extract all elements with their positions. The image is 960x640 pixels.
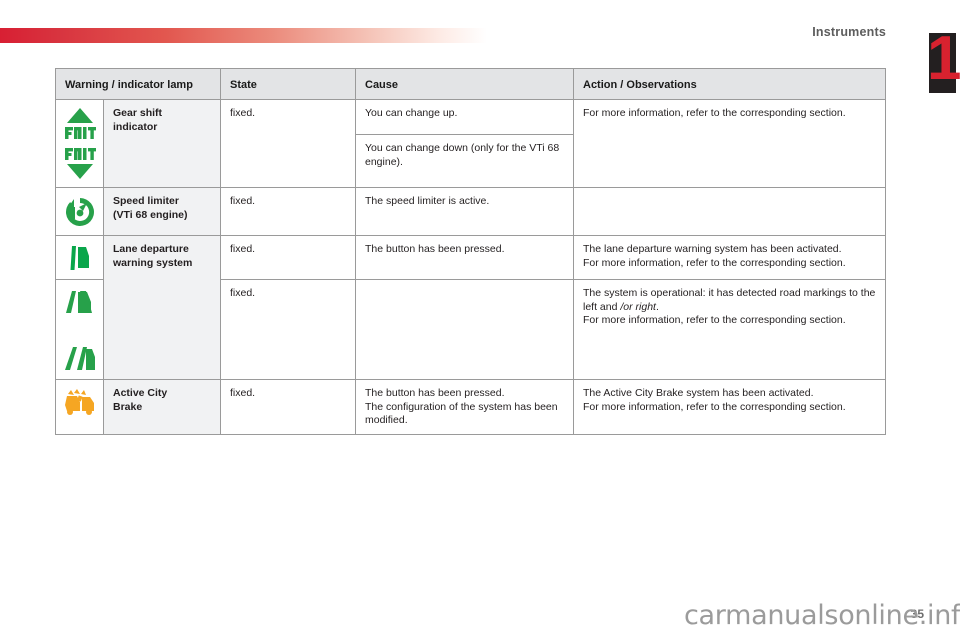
lane-departure-icon-cell — [56, 236, 104, 280]
header-accent-bar — [0, 28, 487, 43]
state-gear-shift: fixed. — [221, 100, 356, 188]
action-lane-markings-post: . — [656, 301, 659, 313]
cause-lane-departure: The button has been pressed. — [356, 236, 574, 280]
action-active-city-brake: The Active City Brake system has been ac… — [574, 380, 886, 435]
lamp-name-active-city-brake: Active City Brake — [104, 380, 221, 435]
lane-departure-warning-icon — [65, 243, 94, 273]
chapter-number: 1 — [927, 30, 954, 90]
column-header-lamp: Warning / indicator lamp — [56, 69, 221, 100]
active-city-brake-collision-icon — [62, 387, 98, 419]
lamp-name-gear-shift: Gear shift indicator — [104, 100, 221, 188]
state-speed-limiter: fixed. — [221, 188, 356, 236]
active-city-brake-icon — [65, 387, 94, 419]
gear-shift-indicator-icon — [65, 107, 94, 181]
lamp-name-lane-departure: Lane departure warning system — [104, 236, 221, 380]
warning-lamps-table: Warning / indicator lamp State Cause Act… — [55, 68, 886, 435]
table-row: Speed limiter (VTi 68 engine) fixed. The… — [56, 188, 886, 236]
cause-gear-shift-up: You can change up. — [356, 100, 574, 135]
speed-limiter-gauge-icon — [63, 195, 97, 229]
state-active-city-brake: fixed. — [221, 380, 356, 435]
lane-markings-icon-cell — [56, 280, 104, 380]
cause-gear-shift-down: You can change down (only for the VTi 68… — [356, 135, 574, 188]
action-lane-markings-italic: /or right — [620, 301, 656, 313]
table-row: Active City Brake fixed. The button has … — [56, 380, 886, 435]
cause-active-city-brake: The button has been pressed. The configu… — [356, 380, 574, 435]
action-lane-markings: The system is operational: it has detect… — [574, 280, 886, 380]
manual-page: Instruments 1 Warning / indicator lamp S… — [0, 0, 960, 640]
lane-markings-detected-icon — [65, 287, 94, 373]
speed-limiter-icon — [65, 195, 94, 229]
table-row: Gear shift indicator fixed. You can chan… — [56, 100, 886, 135]
warning-lamps-table-wrapper: Warning / indicator lamp State Cause Act… — [55, 68, 885, 435]
cause-lane-markings — [356, 280, 574, 380]
column-header-cause: Cause — [356, 69, 574, 100]
page-title: Instruments — [812, 25, 886, 39]
chapter-tab: 1 — [927, 30, 960, 96]
lane-marking-left-icon — [62, 287, 98, 317]
lamp-name-speed-limiter: Speed limiter (VTi 68 engine) — [104, 188, 221, 236]
gear-shift-indicator-icon-cell — [56, 100, 104, 188]
lane-marking-right-icon — [62, 343, 98, 373]
column-header-state: State — [221, 69, 356, 100]
shift-up-down-icon — [63, 107, 97, 181]
table-row: Lane departure warning system fixed. The… — [56, 236, 886, 280]
action-gear-shift: For more information, refer to the corre… — [574, 100, 886, 188]
action-lane-markings-line2: For more information, refer to the corre… — [583, 314, 846, 326]
action-speed-limiter — [574, 188, 886, 236]
action-lane-departure: The lane departure warning system has be… — [574, 236, 886, 280]
site-watermark: carmanualsonline.info — [684, 600, 960, 631]
active-city-brake-icon-cell — [56, 380, 104, 435]
lane-departure-vehicle-icon — [63, 243, 97, 273]
table-header-row: Warning / indicator lamp State Cause Act… — [56, 69, 886, 100]
state-lane-markings: fixed. — [221, 280, 356, 380]
state-lane-departure: fixed. — [221, 236, 356, 280]
cause-speed-limiter: The speed limiter is active. — [356, 188, 574, 236]
speed-limiter-icon-cell — [56, 188, 104, 236]
column-header-action: Action / Observations — [574, 69, 886, 100]
